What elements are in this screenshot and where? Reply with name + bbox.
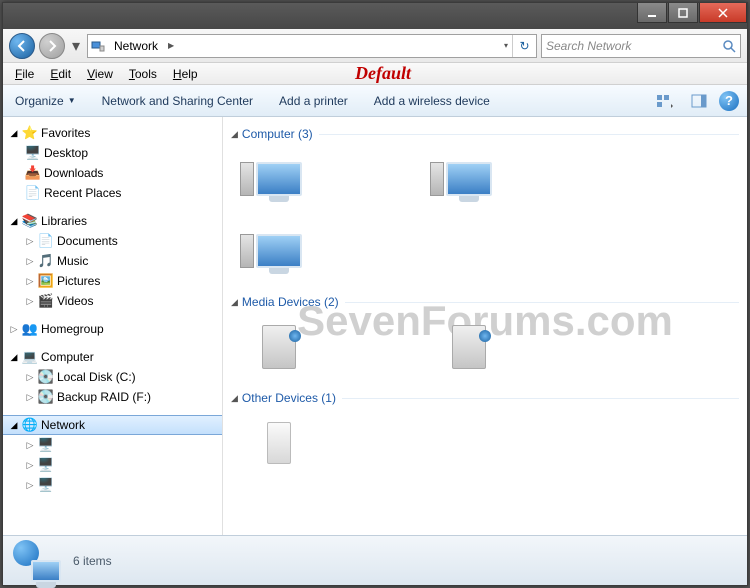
tree-pictures[interactable]: ▷🖼️Pictures — [3, 271, 222, 291]
tree-network-pc-1[interactable]: ▷🖥️ — [3, 435, 222, 455]
tree-network-pc-3[interactable]: ▷🖥️ — [3, 475, 222, 495]
tree-documents[interactable]: ▷📄Documents — [3, 231, 222, 251]
tree-local-disk-c[interactable]: ▷💽Local Disk (C:) — [3, 367, 222, 387]
media-device-2[interactable] — [429, 317, 509, 377]
chevron-right-icon[interactable]: ▶ — [164, 41, 178, 50]
pc-icon: 🖥️ — [38, 437, 54, 453]
desktop-icon: 🖥️ — [25, 145, 41, 161]
computer-icon: 💻 — [22, 349, 38, 365]
network-icon — [88, 39, 108, 53]
star-icon: ⭐ — [22, 125, 38, 141]
history-dropdown[interactable]: ▾ — [69, 35, 83, 57]
add-printer-button[interactable]: Add a printer — [275, 91, 352, 111]
menu-file[interactable]: File — [7, 65, 42, 83]
tree-homegroup[interactable]: ▷👥Homegroup — [3, 319, 222, 339]
search-icon — [722, 39, 736, 53]
recent-icon: 📄 — [25, 185, 41, 201]
tree-libraries[interactable]: ◢📚Libraries — [3, 211, 222, 231]
explorer-window: ▾ Network ▶ ▾ ↻ Search Network File Edit… — [2, 2, 748, 586]
tree-downloads[interactable]: 📥Downloads — [3, 163, 222, 183]
preview-pane-button[interactable] — [685, 90, 713, 112]
other-device-1[interactable] — [239, 413, 319, 473]
menu-help[interactable]: Help — [165, 65, 206, 83]
content-view[interactable]: SevenForums.com ◢Computer (3) ◢Media Dev… — [223, 117, 747, 535]
documents-icon: 📄 — [38, 233, 54, 249]
network-sharing-center-button[interactable]: Network and Sharing Center — [98, 91, 257, 111]
menu-bar: File Edit View Tools Help Default — [3, 63, 747, 85]
menu-edit[interactable]: Edit — [42, 65, 79, 83]
breadcrumb-network[interactable]: Network — [108, 35, 164, 57]
tree-network-pc-2[interactable]: ▷🖥️ — [3, 455, 222, 475]
tree-computer[interactable]: ◢💻Computer — [3, 347, 222, 367]
maximize-button[interactable] — [668, 3, 698, 23]
group-header-other[interactable]: ◢Other Devices (1) — [231, 391, 739, 405]
tree-videos[interactable]: ▷🎬Videos — [3, 291, 222, 311]
forward-button[interactable] — [39, 33, 65, 59]
search-box[interactable]: Search Network — [541, 34, 741, 58]
disk-icon: 💽 — [38, 389, 54, 405]
tree-desktop[interactable]: 🖥️Desktop — [3, 143, 222, 163]
view-options-button[interactable] — [651, 90, 679, 112]
minimize-button[interactable] — [637, 3, 667, 23]
refresh-button[interactable]: ↻ — [512, 35, 536, 57]
titlebar[interactable] — [3, 3, 747, 29]
group-header-computer[interactable]: ◢Computer (3) — [231, 127, 739, 141]
menu-tools[interactable]: Tools — [121, 65, 165, 83]
overlay-label: Default — [355, 63, 411, 84]
group-header-media[interactable]: ◢Media Devices (2) — [231, 295, 739, 309]
menu-view[interactable]: View — [79, 65, 121, 83]
search-placeholder: Search Network — [546, 39, 631, 53]
music-icon: 🎵 — [38, 253, 54, 269]
close-button[interactable] — [699, 3, 747, 23]
item-count: 6 items — [73, 554, 112, 568]
help-button[interactable]: ? — [719, 91, 739, 111]
downloads-icon: 📥 — [25, 165, 41, 181]
back-button[interactable] — [9, 33, 35, 59]
address-dropdown[interactable]: ▾ — [500, 41, 512, 50]
computer-item-2[interactable] — [429, 149, 509, 209]
media-device-1[interactable] — [239, 317, 319, 377]
tree-network[interactable]: ◢🌐Network — [3, 415, 222, 435]
address-bar[interactable]: Network ▶ ▾ ↻ — [87, 34, 537, 58]
videos-icon: 🎬 — [38, 293, 54, 309]
tree-backup-raid-f[interactable]: ▷💽Backup RAID (F:) — [3, 387, 222, 407]
network-icon: 🌐 — [22, 417, 38, 433]
pc-icon: 🖥️ — [38, 457, 54, 473]
network-large-icon — [13, 540, 61, 582]
pictures-icon: 🖼️ — [38, 273, 54, 289]
computer-item-1[interactable] — [239, 149, 319, 209]
status-bar: 6 items — [3, 535, 747, 585]
tree-favorites[interactable]: ◢⭐Favorites — [3, 123, 222, 143]
command-bar: Organize▼ Network and Sharing Center Add… — [3, 85, 747, 117]
navigation-row: ▾ Network ▶ ▾ ↻ Search Network — [3, 29, 747, 63]
tree-recent-places[interactable]: 📄Recent Places — [3, 183, 222, 203]
explorer-body: ◢⭐Favorites 🖥️Desktop 📥Downloads 📄Recent… — [3, 117, 747, 535]
pc-icon: 🖥️ — [38, 477, 54, 493]
organize-button[interactable]: Organize▼ — [11, 91, 80, 111]
navigation-pane[interactable]: ◢⭐Favorites 🖥️Desktop 📥Downloads 📄Recent… — [3, 117, 223, 535]
homegroup-icon: 👥 — [22, 321, 38, 337]
add-wireless-device-button[interactable]: Add a wireless device — [370, 91, 494, 111]
libraries-icon: 📚 — [22, 213, 38, 229]
computer-item-3[interactable] — [239, 221, 319, 281]
disk-icon: 💽 — [38, 369, 54, 385]
tree-music[interactable]: ▷🎵Music — [3, 251, 222, 271]
